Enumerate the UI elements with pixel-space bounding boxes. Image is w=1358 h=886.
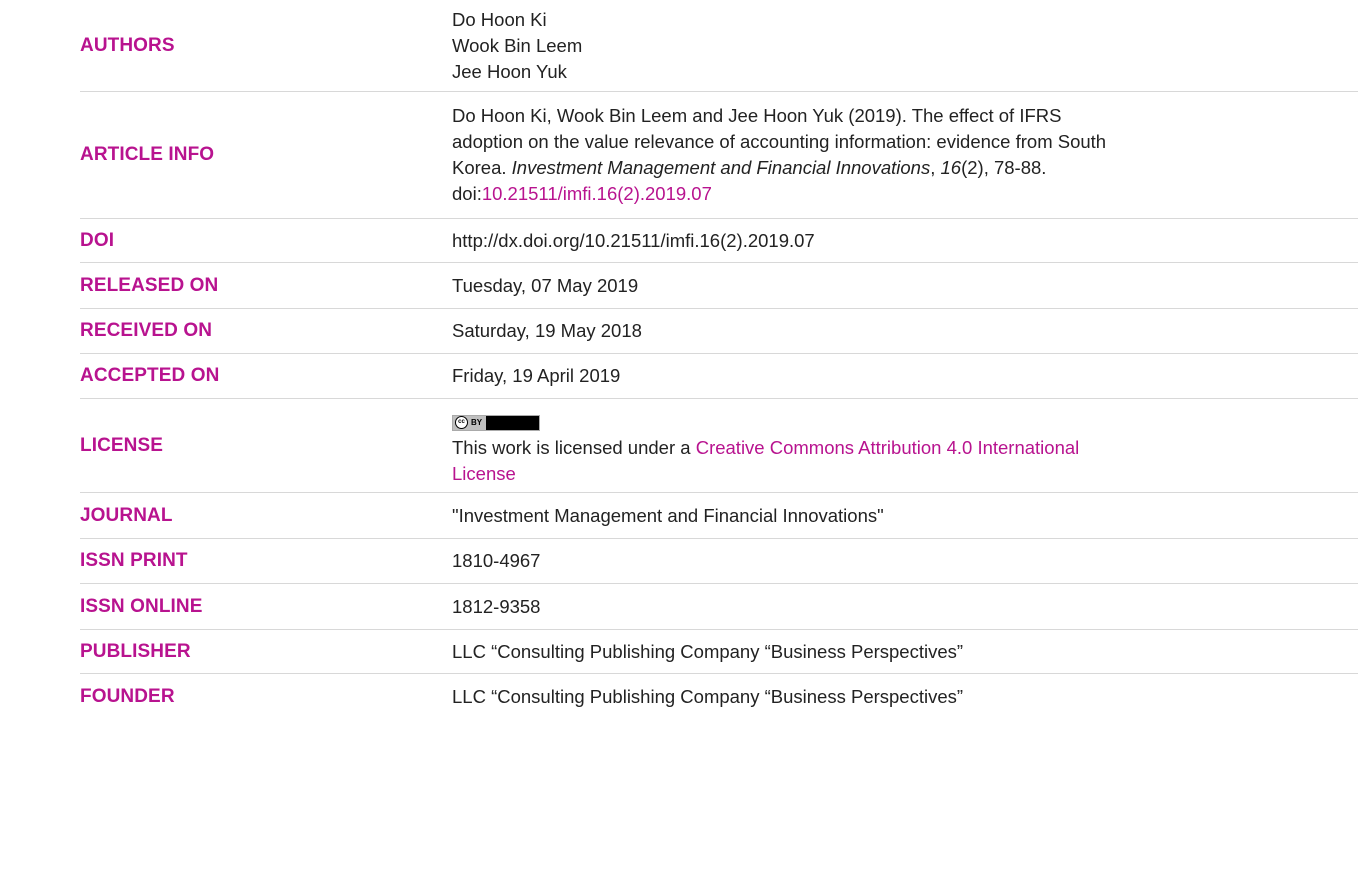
citation-line: Korea. Investment Management and Financi… (452, 155, 1330, 181)
row-founder: FOUNDER LLC “Consulting Publishing Compa… (80, 674, 1358, 720)
row-publisher: PUBLISHER LLC “Consulting Publishing Com… (80, 630, 1358, 674)
citation-text: , (930, 157, 941, 178)
row-issn-online: ISSN ONLINE 1812-9358 (80, 584, 1358, 630)
label-founder: FOUNDER (80, 686, 175, 707)
journal-value: "Investment Management and Financial Inn… (452, 504, 884, 526)
issn-online-value: 1812-9358 (452, 595, 541, 617)
row-doi: DOI http://dx.doi.org/10.21511/imfi.16(2… (80, 219, 1358, 263)
license-line: License (452, 461, 1330, 487)
license-link[interactable]: License (452, 463, 516, 484)
label-journal: JOURNAL (80, 504, 173, 526)
authors-list: Do Hoon Ki Wook Bin Leem Jee Hoon Yuk (452, 0, 1358, 91)
citation-journal: Investment Management and Financial Inno… (511, 157, 931, 178)
row-journal: JOURNAL "Investment Management and Finan… (80, 493, 1358, 539)
citation: Do Hoon Ki, Wook Bin Leem and Jee Hoon Y… (452, 92, 1358, 218)
citation-line: adoption on the value relevance of accou… (452, 131, 1107, 152)
label-authors: AUTHORS (80, 34, 175, 56)
citation-text: (2), 78-88. (961, 157, 1047, 178)
label-received-on: RECEIVED ON (80, 320, 213, 341)
row-license: LICENSE cc BY This work is licensed under… (80, 399, 1358, 493)
citation-text: Korea. (452, 157, 512, 178)
license-line: This work is licensed under a Creative C… (452, 435, 1330, 461)
author-name: Do Hoon Ki (452, 8, 547, 30)
publisher-value: LLC “Consulting Publishing Company “Busi… (452, 640, 964, 662)
label-released-on: RELEASED ON (80, 274, 219, 296)
license-text: This work is licensed under a (452, 436, 696, 458)
label-issn-print: ISSN PRINT (80, 550, 188, 571)
received-on-value: Saturday, 19 May 2018 (452, 320, 642, 341)
cc-by-badge[interactable]: cc BY (452, 404, 1330, 435)
label-accepted-on: ACCEPTED ON (80, 365, 220, 386)
label-doi: DOI (80, 229, 115, 251)
row-accepted-on: ACCEPTED ON Friday, 19 April 2019 (80, 354, 1358, 399)
row-received-on: RECEIVED ON Saturday, 19 May 2018 (80, 309, 1358, 354)
issn-print-value: 1810-4967 (452, 550, 541, 571)
citation-line: doi:10.21511/imfi.16(2).2019.07 (452, 181, 1330, 207)
row-article-info: ARTICLE INFO Do Hoon Ki, Wook Bin Leem a… (80, 92, 1358, 219)
accepted-on-value: Friday, 19 April 2019 (452, 365, 621, 386)
article-info-table: AUTHORS Do Hoon Ki Wook Bin Leem Jee Hoo… (80, 0, 1358, 720)
by-label: BY (471, 417, 483, 427)
author-name: Jee Hoon Yuk (452, 60, 567, 82)
doi-prefix: doi: (452, 183, 482, 204)
row-authors: AUTHORS Do Hoon Ki Wook Bin Leem Jee Hoo… (80, 0, 1358, 92)
citation-volume: 16 (940, 157, 962, 178)
founder-value: LLC “Consulting Publishing Company “Busi… (452, 686, 964, 707)
cc-icon: cc (455, 416, 468, 430)
doi-link[interactable]: 10.21511/imfi.16(2).2019.07 (482, 183, 712, 204)
label-article-info: ARTICLE INFO (80, 144, 215, 165)
row-issn-print: ISSN PRINT 1810-4967 (80, 539, 1358, 584)
author-name: Wook Bin Leem (452, 34, 583, 56)
label-license: LICENSE (80, 434, 164, 456)
row-released-on: RELEASED ON Tuesday, 07 May 2019 (80, 263, 1358, 309)
license-link[interactable]: Creative Commons Attribution 4.0 Interna… (696, 437, 1080, 458)
citation-line: Do Hoon Ki, Wook Bin Leem and Jee Hoon Y… (452, 105, 1062, 126)
label-issn-online: ISSN ONLINE (80, 595, 203, 617)
license-value: cc BY This work is licensed under a Creat… (452, 399, 1358, 492)
doi-value: http://dx.doi.org/10.21511/imfi.16(2).20… (452, 229, 815, 251)
released-on-value: Tuesday, 07 May 2019 (452, 274, 639, 296)
label-publisher: PUBLISHER (80, 640, 191, 662)
